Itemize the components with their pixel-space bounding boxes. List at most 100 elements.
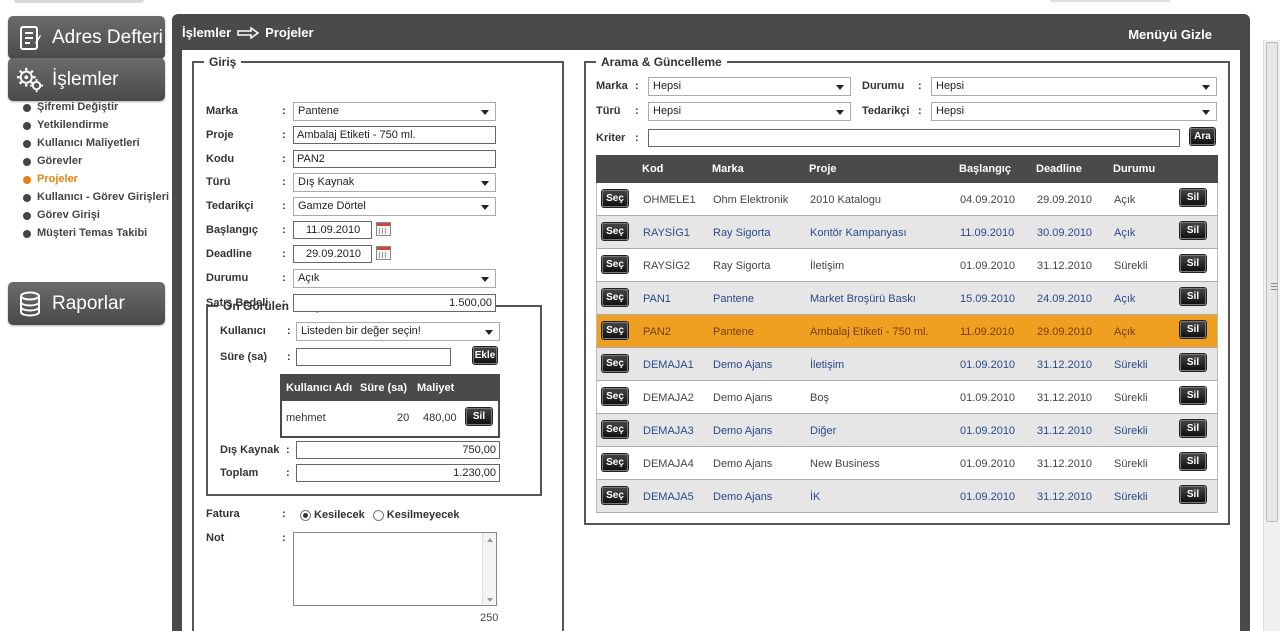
delete-row-button[interactable]: Sil bbox=[1180, 222, 1206, 239]
cost-row-hours: 20 bbox=[397, 412, 410, 424]
add-cost-button[interactable]: Ekle bbox=[473, 347, 497, 364]
invoice-no-label[interactable]: Kesilmeyecek bbox=[387, 509, 460, 521]
sidebar-item[interactable]: Yetkilendirme bbox=[20, 119, 170, 132]
select-row-button[interactable]: Seç bbox=[602, 355, 628, 372]
table-row[interactable]: Seç DEMAJA5 Demo Ajans İK 01.09.2010 31.12.20… bbox=[596, 480, 1218, 513]
cell-deadline: 30.09.2010 bbox=[1037, 227, 1093, 239]
external-input[interactable]: 750,00 bbox=[296, 441, 500, 459]
select-row-button[interactable]: Seç bbox=[602, 190, 628, 207]
search-supplier-select[interactable]: Hepsi bbox=[931, 102, 1217, 121]
col-status[interactable]: Durumu bbox=[1113, 163, 1155, 175]
search-status-label: Durumu bbox=[862, 80, 905, 92]
delete-row-button[interactable]: Sil bbox=[1180, 453, 1206, 470]
cost-duration-input[interactable] bbox=[296, 348, 451, 366]
col-brand[interactable]: Marka bbox=[712, 163, 744, 175]
sidebar-item[interactable]: Kullanıcı Maliyetleri bbox=[20, 137, 170, 150]
select-row-button[interactable]: Seç bbox=[602, 223, 628, 240]
delete-row-button[interactable]: Sil bbox=[1180, 354, 1206, 371]
invoice-yes-label[interactable]: Kesilecek bbox=[314, 509, 365, 521]
select-row-button[interactable]: Seç bbox=[602, 289, 628, 306]
delete-row-button[interactable]: Sil bbox=[1180, 387, 1206, 404]
cost-row-cost: 480,00 bbox=[423, 412, 457, 424]
select-row-button[interactable]: Seç bbox=[602, 322, 628, 339]
cell-brand: Demo Ajans bbox=[713, 392, 773, 404]
sidebar-item[interactable]: Müşteri Temas Takibi bbox=[20, 227, 170, 240]
table-row[interactable]: Seç OHMELE1 Ohm Elektronik 2010 Katalogu 04.… bbox=[596, 183, 1218, 216]
search-criteria-input[interactable] bbox=[648, 129, 1180, 147]
table-row[interactable]: Seç PAN1 Pantene Market Broşürü Baskı 15.09.… bbox=[596, 282, 1218, 315]
delete-row-button[interactable]: Sil bbox=[1180, 420, 1206, 437]
cell-start: 01.09.2010 bbox=[960, 491, 1016, 503]
invoice-no-radio[interactable] bbox=[372, 509, 384, 521]
note-scrollbar[interactable] bbox=[482, 533, 496, 605]
table-row[interactable]: Seç PAN2 Pantene Ambalaj Etiketi - 750 ml. 1… bbox=[596, 315, 1218, 348]
search-type-select[interactable]: Hepsi bbox=[648, 102, 851, 121]
sidebar-item[interactable]: Projeler bbox=[20, 173, 170, 186]
invoice-radio-group: Kesilecek Kesilmeyecek bbox=[300, 509, 460, 521]
select-row-button[interactable]: Seç bbox=[602, 487, 628, 504]
note-textarea[interactable] bbox=[293, 532, 497, 606]
col-code[interactable]: Kod bbox=[642, 163, 663, 175]
col-cost: Maliyet bbox=[417, 382, 455, 394]
delete-row-button[interactable]: Sil bbox=[1180, 288, 1206, 305]
select-row-button[interactable]: Seç bbox=[602, 388, 628, 405]
table-row[interactable]: Seç DEMAJA3 Demo Ajans Diğer 01.09.2010 31.12… bbox=[596, 414, 1218, 447]
cell-status: Sürekli bbox=[1114, 260, 1148, 272]
page-scrollbar-thumb[interactable] bbox=[1266, 42, 1278, 522]
select-row-button[interactable]: Seç bbox=[602, 454, 628, 471]
select-row-button[interactable]: Seç bbox=[602, 256, 628, 273]
table-row[interactable]: Seç RAYSİG2 Ray Sigorta İletişim 01.09.2010 3… bbox=[596, 249, 1218, 282]
table-row[interactable]: Seç DEMAJA2 Demo Ajans Boş 01.09.2010 31.12.2… bbox=[596, 381, 1218, 414]
total-input[interactable]: 1.230,00 bbox=[296, 464, 500, 482]
code-input[interactable]: PAN2 bbox=[293, 150, 496, 168]
delete-row-button[interactable]: Sil bbox=[1180, 321, 1206, 338]
delete-row-button[interactable]: Sil bbox=[1180, 189, 1206, 206]
search-brand-select[interactable]: Hepsi bbox=[648, 77, 851, 96]
sidebar-item[interactable]: Şifremi Değiştir bbox=[20, 101, 170, 114]
menu-operations[interactable]: İşlemler bbox=[8, 58, 165, 101]
hide-menu-button[interactable]: Menüyü Gizle bbox=[1128, 27, 1212, 42]
top-strip bbox=[0, 0, 1280, 8]
sidebar-item[interactable]: Kullanıcı - Görev Girişleri bbox=[20, 191, 170, 204]
invoice-yes-radio[interactable] bbox=[300, 509, 311, 521]
cost-user-select[interactable]: Listeden bir değer seçin! bbox=[296, 322, 500, 341]
search-type-label: Türü bbox=[596, 105, 621, 117]
table-row[interactable]: Seç DEMAJA1 Demo Ajans İletişim 01.09.2010 31… bbox=[596, 348, 1218, 381]
supplier-select[interactable]: Gamze Dörtel bbox=[293, 197, 496, 216]
calendar-icon[interactable] bbox=[376, 222, 391, 236]
status-select[interactable]: Açık bbox=[293, 269, 496, 288]
price-input[interactable]: 1.500,00 bbox=[293, 294, 496, 312]
search-legend: Arama & Güncelleme bbox=[601, 55, 722, 69]
search-button[interactable]: Ara bbox=[1190, 128, 1215, 145]
cell-code: DEMAJA4 bbox=[643, 458, 694, 470]
sidebar-item-label: Şifremi Değiştir bbox=[37, 101, 119, 113]
delete-row-button[interactable]: Sil bbox=[1180, 486, 1206, 503]
page-scrollbar[interactable] bbox=[1263, 40, 1280, 631]
sidebar-item[interactable]: Görev Girişi bbox=[20, 209, 170, 222]
cell-project: Market Broşürü Baskı bbox=[810, 293, 916, 305]
delete-cost-row-button[interactable]: Sil bbox=[466, 408, 492, 425]
calendar-icon[interactable] bbox=[376, 246, 391, 260]
supplier-label: Tedarikçi bbox=[206, 200, 254, 212]
select-row-button[interactable]: Seç bbox=[602, 421, 628, 438]
sidebar-item[interactable]: Görevler bbox=[20, 155, 170, 168]
col-start[interactable]: Başlangıç bbox=[959, 163, 1011, 175]
table-row[interactable]: Seç DEMAJA4 Demo Ajans New Business 01.09.20… bbox=[596, 447, 1218, 480]
col-deadline[interactable]: Deadline bbox=[1036, 163, 1082, 175]
menu-address-book[interactable]: Adres Defteri bbox=[8, 16, 165, 59]
delete-row-button[interactable]: Sil bbox=[1180, 255, 1206, 272]
deadline-input[interactable]: 29.09.2010 bbox=[293, 245, 372, 263]
col-project[interactable]: Proje bbox=[809, 163, 837, 175]
brand-select[interactable]: Pantene bbox=[293, 102, 496, 121]
cell-start: 01.09.2010 bbox=[960, 359, 1016, 371]
search-status-select[interactable]: Hepsi bbox=[931, 77, 1217, 96]
type-select[interactable]: Dış Kaynak bbox=[293, 173, 496, 192]
menu-reports[interactable]: Raporlar bbox=[8, 282, 165, 325]
project-input[interactable]: Ambalaj Etiketi - 750 ml. bbox=[293, 126, 496, 144]
operations-subnav: Şifremi Değiştir Yetkilendirme Kullanıcı M… bbox=[20, 101, 170, 245]
table-row[interactable]: Seç RAYSİG1 Ray Sigorta Kontör Kampanyası 11… bbox=[596, 216, 1218, 249]
start-input[interactable]: 11.09.2010 bbox=[293, 221, 372, 239]
breadcrumb-operations[interactable]: İşlemler bbox=[182, 25, 231, 40]
search-criteria-label: Kriter bbox=[596, 132, 626, 144]
colon: : bbox=[282, 105, 286, 117]
